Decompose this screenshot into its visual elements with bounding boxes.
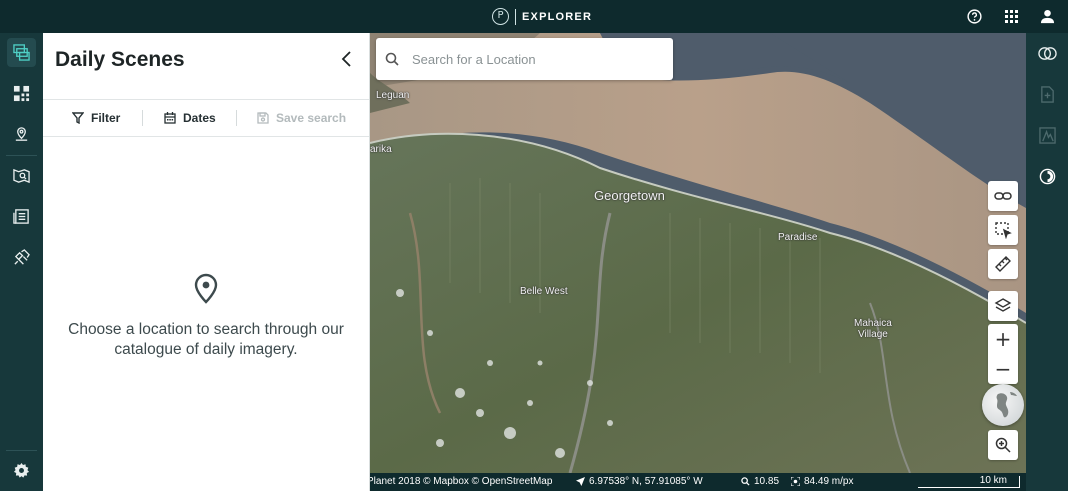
nav-divider [6,155,37,156]
settings-icon[interactable] [7,456,36,485]
daily-scenes-panel: Daily Scenes Filter Dates Save search Ch… [43,33,370,491]
zoom-to-area-icon[interactable] [988,430,1018,460]
filter-button[interactable]: Filter [72,109,120,127]
add-layer-icon[interactable] [1037,84,1057,104]
brand[interactable]: P EXPLORER [492,8,592,25]
search-icon [385,52,399,66]
dates-label: Dates [183,111,216,125]
toolbar-separator [142,110,143,126]
map-view[interactable]: Leguan arika Georgetown Paradise Belle W… [370,33,1026,473]
daily-scenes-icon[interactable] [7,38,36,67]
save-search-label: Save search [276,111,347,125]
filter-icon [72,112,84,124]
toolbar-separator [236,110,237,126]
map-label-paradise: Paradise [778,232,818,243]
tasking-satellite-icon[interactable] [7,243,36,272]
elevation-profile-icon[interactable] [1037,125,1057,145]
zoom-in-button[interactable]: + [988,324,1018,354]
calendar-icon [164,112,176,124]
map-label-village: Village [858,329,888,340]
resolution: 84.49 m/px [791,476,853,487]
save-search-button[interactable]: Save search [257,109,346,127]
layers-icon[interactable] [988,291,1018,321]
map-label-mahaica: Mahaica [854,318,892,329]
compare-icon[interactable] [1037,43,1057,63]
map-label-leguan: Leguan [376,90,410,101]
user-account-icon[interactable] [1039,8,1056,25]
save-icon [257,112,269,124]
right-tool-rail [1026,33,1068,491]
coordinates-text: 6.97538° N, 57.91085° W [589,476,703,487]
apps-grid-icon[interactable] [1003,8,1020,25]
resolution-text: 84.49 m/px [804,476,854,487]
empty-state-message: Choose a location to search through our … [68,321,344,358]
map-attribution[interactable]: Planet 2018 © Mapbox © OpenStreetMap [370,476,570,487]
search-input[interactable] [412,51,652,67]
location-arrow-icon [576,477,585,486]
resolution-icon [791,477,800,486]
divider [43,99,369,100]
brand-separator [515,8,516,25]
map-label-belle-west: Belle West [520,286,568,297]
panel-title: Daily Scenes [55,48,185,71]
satellite-imagery [370,33,1026,473]
map-series-icon[interactable] [7,161,36,190]
cursor-coordinates: 6.97538° N, 57.91085° W [576,476,703,487]
contrast-icon[interactable] [1037,166,1057,186]
area-select-icon[interactable] [988,215,1018,245]
magnifier-icon [741,477,750,486]
collapse-panel-icon[interactable] [338,50,356,68]
zoom-level-text: 10.85 [754,476,780,487]
planet-logo: P [492,8,509,25]
location-pin-icon [194,273,218,304]
map-label-parika: arika [370,144,392,155]
basemaps-mosaic-icon[interactable] [7,79,36,108]
orders-list-icon[interactable] [7,202,36,231]
places-pin-icon[interactable] [7,120,36,149]
map-scale: 10 km [918,476,1020,488]
dates-button[interactable]: Dates [164,109,216,127]
left-nav-rail [0,33,43,491]
help-icon[interactable] [966,8,983,25]
zoom-level: 10.85 [741,476,779,487]
globe-view-icon[interactable] [982,384,1024,426]
map-label-georgetown: Georgetown [594,188,665,203]
measure-ruler-icon[interactable] [988,249,1018,279]
share-link-icon[interactable] [988,181,1018,211]
filter-label: Filter [91,111,121,125]
divider [43,136,369,137]
top-bar: P EXPLORER [0,0,1068,33]
zoom-controls: + − [988,324,1018,384]
location-search[interactable] [376,38,673,80]
nav-divider [6,450,37,451]
zoom-out-button[interactable]: − [988,354,1018,384]
app-title: EXPLORER [522,10,593,23]
map-status-bar: Planet 2018 © Mapbox © OpenStreetMap 6.9… [370,473,1026,491]
